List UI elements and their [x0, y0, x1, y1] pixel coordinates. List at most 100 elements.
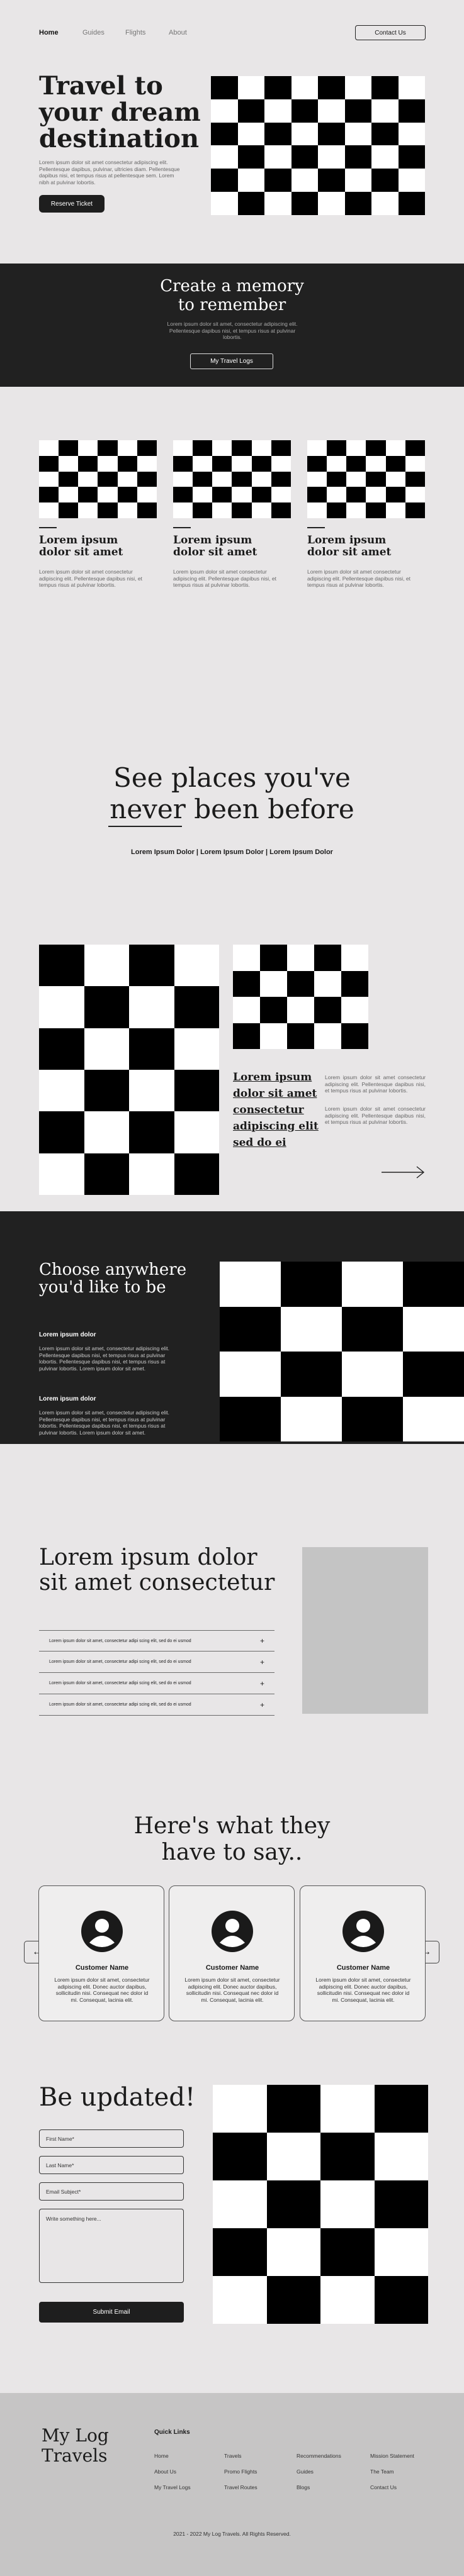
- checker-cell: [173, 487, 193, 503]
- footer-link-team[interactable]: The Team: [370, 2468, 394, 2475]
- checker-cell: [371, 99, 399, 123]
- nav-home[interactable]: Home: [39, 29, 59, 36]
- checker-cell: [39, 502, 59, 518]
- footer-link-travel-routes[interactable]: Travel Routes: [224, 2484, 257, 2490]
- footer-link-travels[interactable]: Travels: [224, 2453, 242, 2459]
- checker-cell: [385, 440, 405, 456]
- faq-item[interactable]: Lorem ipsum dolor sit amet, consectetur …: [39, 1652, 274, 1673]
- travel-logs-button[interactable]: My Travel Logs: [190, 353, 273, 369]
- reserve-ticket-button[interactable]: Reserve Ticket: [39, 195, 105, 213]
- checker-cell: [374, 2085, 428, 2133]
- checker-cell: [398, 192, 425, 215]
- customer-quote: Lorem ipsum dolor sit amet, consectetur …: [184, 1977, 280, 2003]
- checker-cell: [59, 502, 79, 518]
- checker-cell: [237, 145, 264, 169]
- footer-brand[interactable]: My Log Travels: [42, 2426, 109, 2466]
- checker-cell: [342, 1396, 403, 1441]
- plus-icon: +: [259, 1636, 264, 1645]
- checker-cell: [346, 487, 366, 503]
- checker-cell: [318, 99, 345, 123]
- faq-item[interactable]: Lorem ipsum dolor sit amet, consectetur …: [39, 1630, 274, 1652]
- faq-title: Lorem ipsum dolor sit amet consectetur: [39, 1545, 275, 1596]
- checker-cell: [237, 99, 264, 123]
- submit-email-button[interactable]: Submit Email: [39, 2302, 184, 2323]
- checker-cell: [385, 455, 405, 472]
- checker-cell: [346, 471, 366, 487]
- footer-link-blogs[interactable]: Blogs: [297, 2484, 310, 2490]
- footer-link-recommendations[interactable]: Recommendations: [297, 2453, 341, 2459]
- checker-cell: [371, 122, 399, 146]
- nav-guides[interactable]: Guides: [82, 29, 105, 36]
- checker-cell: [117, 487, 137, 503]
- checker-cell: [366, 440, 386, 456]
- checker-cell: [281, 1306, 342, 1352]
- footer-link-guides[interactable]: Guides: [297, 2468, 314, 2475]
- checker-cell: [320, 2228, 375, 2276]
- checker-cell: [137, 455, 157, 472]
- checker-cell: [342, 1352, 403, 1397]
- checker-cell: [327, 487, 347, 503]
- checker-cell: [39, 1070, 84, 1112]
- faq-item[interactable]: Lorem ipsum dolor sit amet, consectetur …: [39, 1694, 274, 1716]
- checker-cell: [59, 487, 79, 503]
- checker-cell: [129, 1153, 174, 1195]
- checker-cell: [233, 1023, 260, 1049]
- email-field[interactable]: Email Subject*: [39, 2182, 184, 2201]
- footer-link-promo-flights[interactable]: Promo Flights: [224, 2468, 257, 2475]
- memory-body: Lorem ipsum dolor sit amet, consectetur …: [167, 321, 298, 341]
- checker-cell: [212, 487, 232, 503]
- gallery-para-1: Lorem ipsum dolor sit amet consectetur a…: [325, 1074, 426, 1094]
- checker-cell: [39, 455, 59, 472]
- checker-cell: [264, 145, 291, 169]
- checker-cell: [237, 169, 264, 192]
- feature-body-1: Lorem ipsum dolor sit amet consectetur a…: [39, 569, 142, 589]
- nav-flights[interactable]: Flights: [125, 29, 145, 36]
- checker-cell: [264, 76, 291, 99]
- checker-cell: [366, 455, 386, 472]
- checker-cell: [174, 1070, 219, 1112]
- checker-cell: [260, 970, 287, 997]
- checker-cell: [405, 502, 425, 518]
- checker-cell: [129, 1028, 174, 1070]
- arrow-right-icon[interactable]: [382, 1165, 426, 1180]
- checker-cell: [193, 440, 213, 456]
- footer-link-about-us[interactable]: About Us: [154, 2468, 176, 2475]
- footer-link-contact[interactable]: Contact Us: [370, 2484, 397, 2490]
- checker-cell: [374, 2180, 428, 2228]
- faq-item[interactable]: Lorem ipsum dolor sit amet, consectetur …: [39, 1673, 274, 1694]
- testimonial-card: Customer Name Lorem ipsum dolor sit amet…: [38, 1885, 164, 2021]
- last-name-field[interactable]: Last Name*: [39, 2156, 184, 2174]
- nav-about[interactable]: About: [169, 29, 187, 36]
- feature-body-2: Lorem ipsum dolor sit amet consectetur a…: [173, 569, 276, 589]
- checker-cell: [264, 122, 291, 146]
- checker-cell: [341, 945, 368, 971]
- message-field[interactable]: Write something here...: [39, 2209, 184, 2283]
- footer-link-travel-logs[interactable]: My Travel Logs: [154, 2484, 191, 2490]
- checker-cell: [211, 145, 238, 169]
- first-name-field[interactable]: First Name*: [39, 2129, 184, 2148]
- footer-link-mission[interactable]: Mission Statement: [370, 2453, 414, 2459]
- updated-title: Be updated!: [39, 2083, 196, 2112]
- checker-cell: [366, 487, 386, 503]
- checker-cell: [137, 502, 157, 518]
- checker-cell: [266, 2085, 320, 2133]
- checker-cell: [174, 986, 219, 1028]
- checker-cell: [117, 440, 137, 456]
- checker-cell: [212, 502, 232, 518]
- checker-cell: [213, 2276, 267, 2324]
- contact-button[interactable]: Contact Us: [355, 25, 426, 40]
- checker-cell: [314, 945, 341, 971]
- footer-link-home[interactable]: Home: [154, 2453, 169, 2459]
- faq-image-placeholder: [302, 1547, 428, 1714]
- checker-cell: [344, 192, 371, 215]
- checker-cell: [193, 487, 213, 503]
- checker-cell: [341, 970, 368, 997]
- checker-cell: [84, 1028, 129, 1070]
- checker-cell: [220, 1396, 281, 1441]
- checker-cell: [366, 502, 386, 518]
- memory-title: Create a memory to remember: [160, 277, 304, 314]
- checker-cell: [173, 455, 193, 472]
- checker-cell: [211, 169, 238, 192]
- feature-divider-2: [173, 527, 191, 528]
- checker-cell: [266, 2228, 320, 2276]
